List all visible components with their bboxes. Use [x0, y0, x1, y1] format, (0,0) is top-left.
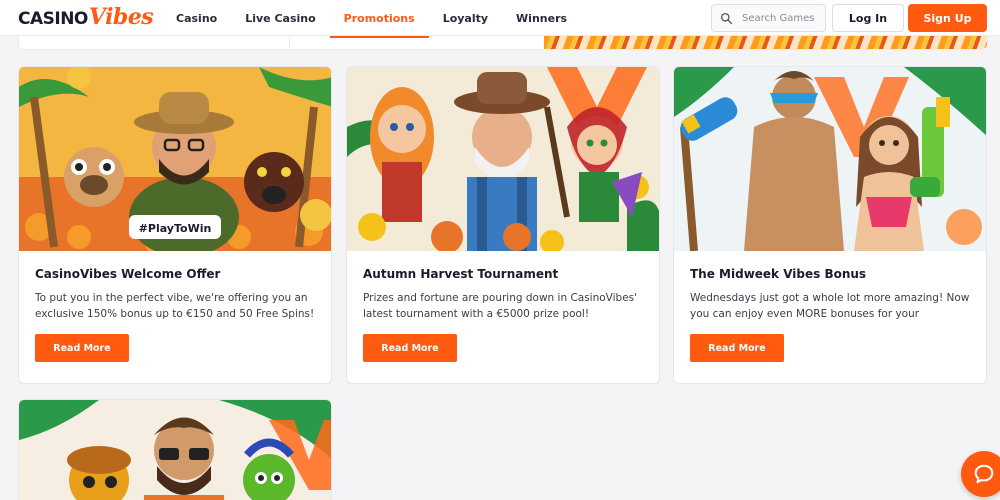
promo-card-autumn: Autumn Harvest Tournament Prizes and for…	[346, 66, 660, 384]
promo-description: Prizes and fortune are pouring down in C…	[363, 292, 638, 320]
promo-card-midweek: The Midweek Vibes Bonus Wednesdays just …	[673, 66, 987, 384]
nav-promotions[interactable]: Promotions	[329, 0, 429, 38]
read-more-button[interactable]: Read More	[690, 334, 784, 362]
casinovibes-logo[interactable]: CASINO Vibes	[18, 4, 154, 32]
banner-divider	[289, 36, 290, 49]
promo-image-midweek[interactable]	[674, 67, 986, 251]
search-icon	[720, 12, 733, 24]
promo-description: To put you in the perfect vibe, we're of…	[35, 292, 315, 320]
chat-icon	[974, 464, 994, 484]
promo-card-partial	[18, 399, 332, 500]
main-nav: Casino Live Casino Promotions Loyalty Wi…	[162, 0, 581, 38]
promo-image-partial[interactable]	[19, 400, 331, 500]
featured-banner-strip	[18, 36, 988, 50]
site-header: CASINO Vibes Casino Live Casino Promotio…	[0, 0, 1000, 38]
promo-image-welcome[interactable]: #PlayToWin	[19, 67, 331, 251]
search-input[interactable]	[742, 12, 822, 24]
promo-title: CasinoVibes Welcome Offer	[35, 267, 221, 281]
promo-card-welcome: #PlayToWin CasinoVibes Welcome Offer To …	[18, 66, 332, 384]
banner-artwork	[544, 36, 987, 49]
read-more-button[interactable]: Read More	[35, 334, 129, 362]
signup-button[interactable]: Sign Up	[908, 4, 987, 32]
promo-description: Wednesdays just got a whole lot more ama…	[690, 292, 970, 320]
logo-vibes-text: Vibes	[88, 4, 154, 30]
login-button[interactable]: Log In	[832, 4, 904, 32]
promo-title: Autumn Harvest Tournament	[363, 267, 559, 281]
playtowin-tag: #PlayToWin	[139, 222, 212, 235]
nav-casino[interactable]: Casino	[162, 0, 231, 36]
nav-loyalty[interactable]: Loyalty	[429, 0, 502, 36]
search-box[interactable]	[711, 4, 826, 32]
live-chat-button[interactable]	[961, 451, 1000, 497]
nav-winners[interactable]: Winners	[502, 0, 581, 36]
logo-casino-text: CASINO	[18, 9, 88, 29]
promo-image-autumn[interactable]	[347, 67, 659, 251]
read-more-button[interactable]: Read More	[363, 334, 457, 362]
nav-live-casino[interactable]: Live Casino	[231, 0, 329, 36]
promo-title: The Midweek Vibes Bonus	[690, 267, 867, 281]
